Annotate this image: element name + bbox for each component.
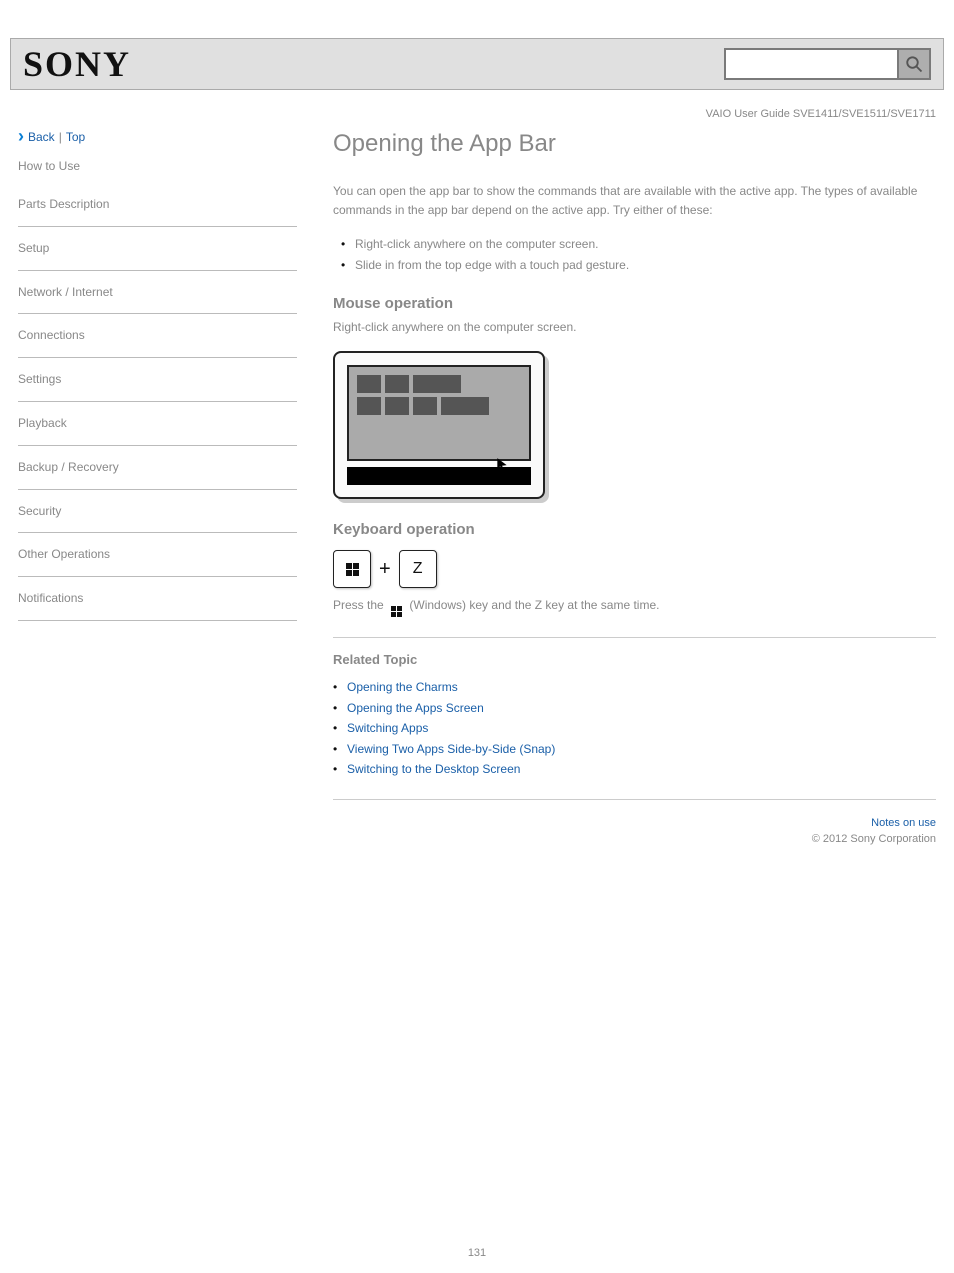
- plus-icon: +: [379, 558, 391, 581]
- model-line: VAIO User Guide SVE1411/SVE1511/SVE1711: [0, 108, 936, 120]
- intro-paragraph: You can open the app bar to show the com…: [333, 182, 936, 220]
- sidebar-item-other[interactable]: Other Operations: [18, 533, 297, 577]
- kb-body-post: (Windows) key and the Z key at the same …: [409, 598, 659, 612]
- related-link-2[interactable]: Opening the Apps Screen: [333, 698, 936, 718]
- separator-2: [333, 799, 936, 800]
- notes-link[interactable]: Notes on use: [871, 817, 936, 829]
- copyright: © 2012 Sony Corporation: [333, 833, 936, 845]
- windows-logo-icon: [346, 563, 359, 576]
- intro-bullet-1: Right-click anywhere on the computer scr…: [341, 234, 936, 254]
- breadcrumb-back[interactable]: Back: [28, 130, 55, 144]
- kb-body: Press the (Windows) key and the Z key at…: [333, 596, 936, 617]
- page-title: Opening the App Bar: [333, 130, 936, 158]
- app-bar-icon: [347, 467, 531, 485]
- page-number: 131: [0, 1247, 954, 1259]
- inline-windows-icon: [391, 606, 402, 617]
- intro-bullet-2: Slide in from the top edge with a touch …: [341, 255, 936, 275]
- search-wrapper: [724, 48, 931, 80]
- sidebar-item-playback[interactable]: Playback: [18, 402, 297, 446]
- sidebar-item-connections[interactable]: Connections: [18, 314, 297, 358]
- mouse-body: Right-click anywhere on the computer scr…: [333, 318, 936, 337]
- kb-heading: Keyboard operation: [333, 521, 936, 538]
- mouse-illustration: [333, 351, 545, 499]
- related-link-1[interactable]: Opening the Charms: [333, 677, 936, 697]
- sidebar-item-notifications[interactable]: Notifications: [18, 577, 297, 621]
- sidebar-item-setup[interactable]: Setup: [18, 227, 297, 271]
- search-icon: [905, 55, 923, 73]
- breadcrumb-sep: |: [59, 130, 62, 144]
- page-header: SONY: [10, 38, 944, 90]
- sony-logo: SONY: [23, 43, 131, 85]
- z-key-icon: Z: [399, 550, 437, 588]
- intro-bullets: Right-click anywhere on the computer scr…: [341, 234, 936, 275]
- kb-body-pre: Press the: [333, 598, 387, 612]
- sidebar-item-settings[interactable]: Settings: [18, 358, 297, 402]
- related-link-4[interactable]: Viewing Two Apps Side-by-Side (Snap): [333, 739, 936, 759]
- footer-right: Notes on use: [333, 814, 936, 829]
- sidebar-item-security[interactable]: Security: [18, 490, 297, 534]
- related-link-5[interactable]: Switching to the Desktop Screen: [333, 759, 936, 779]
- sidebar-category: How to Use: [18, 159, 297, 173]
- chevron-right-icon: ›: [18, 126, 24, 147]
- main-content: Opening the App Bar You can open the app…: [313, 126, 936, 845]
- sidebar-item-backup[interactable]: Backup / Recovery: [18, 446, 297, 490]
- related-link-3[interactable]: Switching Apps: [333, 718, 936, 738]
- separator-1: [333, 637, 936, 638]
- key-combo: + Z: [333, 550, 936, 588]
- search-input[interactable]: [724, 48, 899, 80]
- windows-key-icon: [333, 550, 371, 588]
- sidebar-item-network[interactable]: Network / Internet: [18, 271, 297, 315]
- sidebar: › Back | Top How to Use Parts Descriptio…: [18, 126, 313, 845]
- mouse-heading: Mouse operation: [333, 295, 936, 312]
- breadcrumb: › Back | Top: [18, 126, 297, 147]
- related-heading: Related Topic: [333, 652, 936, 667]
- search-button[interactable]: [899, 48, 931, 80]
- breadcrumb-top[interactable]: Top: [66, 130, 85, 144]
- tile-grid-icon: [357, 375, 489, 415]
- screen-area: [347, 365, 531, 461]
- sidebar-item-parts[interactable]: Parts Description: [18, 183, 297, 227]
